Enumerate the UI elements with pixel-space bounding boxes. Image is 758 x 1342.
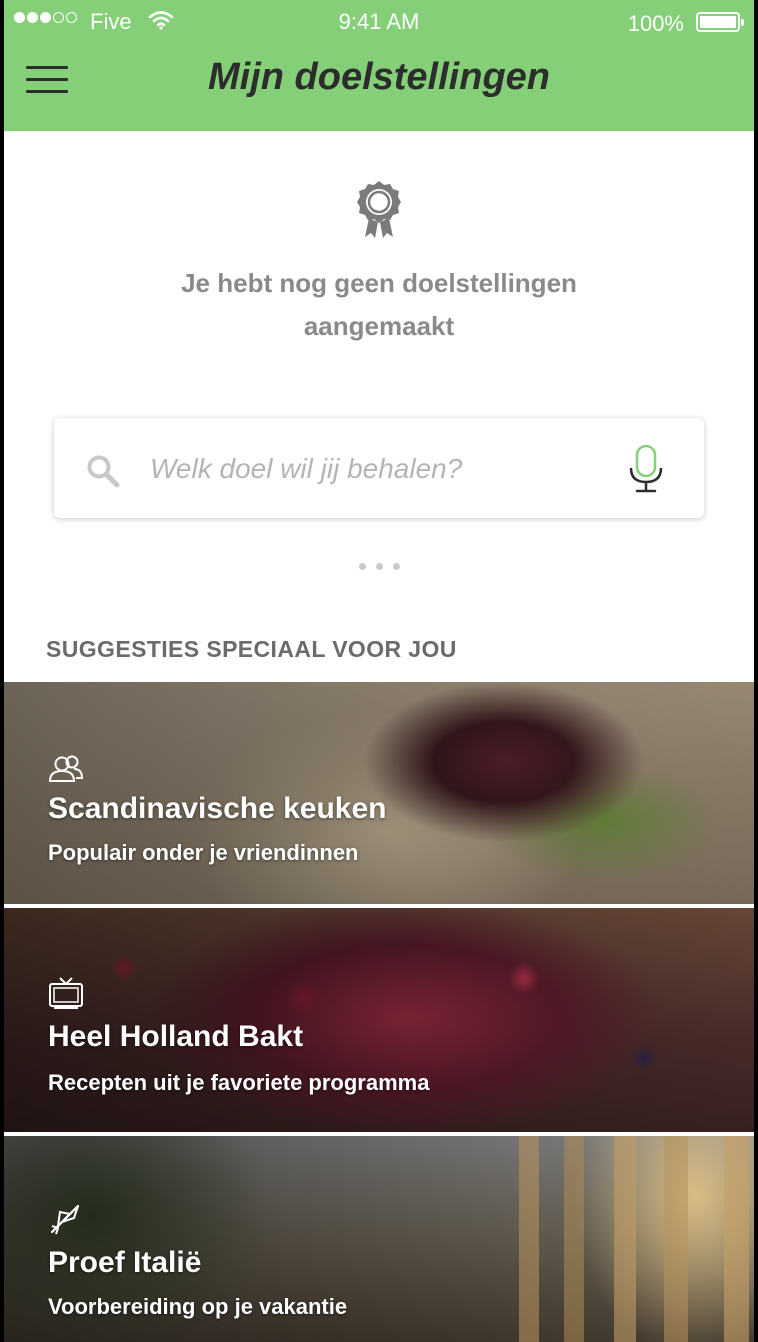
card-subtitle: Voorbereiding op je vakantie [48,1294,348,1319]
page-indicator [359,563,400,570]
tv-icon [48,976,84,1015]
section-title: SUGGESTIES SPECIAAL VOOR JOU [46,636,457,662]
empty-state-message: Je hebt nog geen doelstellingen aangemaa… [181,268,577,341]
status-bar: Five 9:41 AM 100% [4,0,754,44]
page-title: Mijn doelstellingen [207,56,551,98]
suggestion-card-scandinavian[interactable]: Scandinavische keuken Populair onder je … [4,682,754,904]
airplane-icon [48,1202,82,1241]
suggestion-card-baking[interactable]: Heel Holland Bakt Recepten uit je favori… [4,908,754,1132]
search-icon [86,454,120,493]
award-ribbon-icon [356,180,402,245]
card-subtitle: Populair onder je vriendinnen [48,840,359,865]
app-screen: Five 9:41 AM 100% Mijn doelstellingen Je… [4,0,754,1342]
search-input[interactable] [148,448,612,490]
battery-icon [696,12,744,32]
battery-percentage: 100% [627,11,684,36]
friends-icon [48,754,84,789]
card-subtitle: Recepten uit je favoriete programma [48,1070,430,1095]
microphone-icon[interactable] [628,444,664,499]
card-title: Heel Holland Bakt [48,1020,304,1053]
app-header: Five 9:41 AM 100% Mijn doelstellingen [4,0,754,131]
suggestion-card-italy[interactable]: Proef Italië Voorbereiding op je vakanti… [4,1136,754,1342]
search-bar [54,418,704,518]
card-title: Proef Italië [48,1246,202,1279]
card-title: Scandinavische keuken [48,792,387,825]
